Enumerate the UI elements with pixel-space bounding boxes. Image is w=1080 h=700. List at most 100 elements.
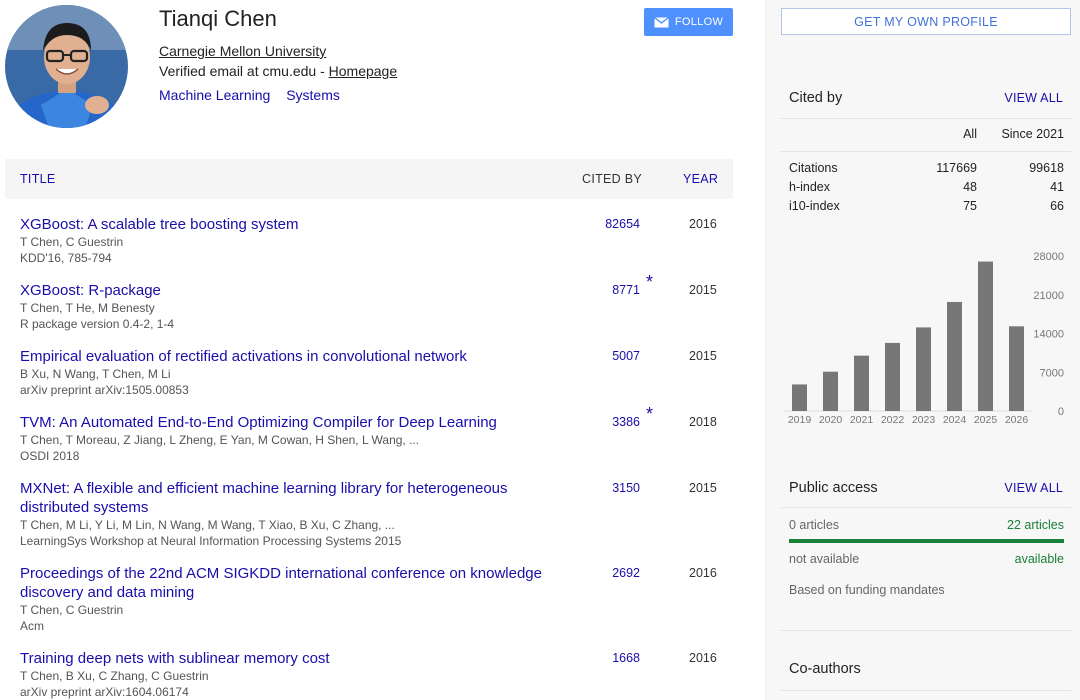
article-title[interactable]: Proceedings of the 22nd ACM SIGKDD inter… [20,564,565,602]
chart-y-tick-0: 0 [1058,406,1064,418]
sort-by-year[interactable]: YEAR [683,172,718,186]
follow-mail-icon [653,16,669,28]
article-venue: Acm [20,619,44,633]
article-title[interactable]: TVM: An Automated End-to-End Optimizing … [20,413,565,432]
cited-by-count[interactable]: 2692 [560,564,640,583]
public-access-counts: 0 articles 22 articles [789,518,1064,532]
article-year: 2015 [689,481,717,495]
chart-bar-2026[interactable] [1009,326,1024,411]
article-authors: T Chen, T Moreau, Z Jiang, L Zheng, E Ya… [20,433,420,447]
article-year: 2016 [689,566,717,580]
article-title[interactable]: Empirical evaluation of rectified activa… [20,347,565,366]
article-authors: B Xu, N Wang, T Chen, M Li [20,367,171,381]
sidebar: GET MY OWN PROFILE Cited by VIEW ALL All… [765,0,1080,700]
divider [781,118,1071,119]
cited-by-count[interactable]: 3386 [560,413,640,432]
coauthors-heading: Co-authors [789,661,861,677]
chart-bar-2022[interactable] [885,342,900,411]
article-authors: T Chen, C Guestrin [20,235,124,249]
table-row: Empirical evaluation of rectified activa… [20,347,733,398]
article-title[interactable]: XGBoost: R-package [20,281,565,300]
stat-label: i10-index [789,199,840,213]
public-access-status: not available available [789,552,1064,566]
stats-col-since: Since 2021 [1001,127,1064,141]
chart-y-tick-14000: 14000 [1033,329,1064,341]
cited-by-count[interactable]: 1668 [560,649,640,668]
chart-x-tick-2023: 2023 [912,414,936,426]
chart-bar-2025[interactable] [978,261,993,411]
chart-bar-2020[interactable] [823,371,838,411]
article-title[interactable]: XGBoost: A scalable tree boosting system [20,215,565,234]
not-available-count[interactable]: 0 articles [789,518,839,532]
chart-bar-2024[interactable] [947,301,962,411]
article-venue: LearningSys Workshop at Neural Informati… [20,534,402,548]
article-title[interactable]: MXNet: A flexible and efficient machine … [20,479,565,517]
article-venue: R package version 0.4-2, 1-4 [20,317,175,331]
merged-citations-star[interactable]: * [646,404,653,425]
chart-x-tick-2020: 2020 [819,414,843,426]
table-header: TITLE CITED BY YEAR [5,159,733,199]
chart-bar-2023[interactable] [916,327,931,411]
get-my-own-profile-button[interactable]: GET MY OWN PROFILE [781,8,1071,35]
table-row: TVM: An Automated End-to-End Optimizing … [20,404,733,464]
article-year: 2016 [689,651,717,665]
cited-by-count[interactable]: 5007 [560,347,640,366]
cited-by-count[interactable]: 8771 [560,281,640,300]
chart-x-tick-2026: 2026 [1005,414,1029,426]
chart-x-tick-2021: 2021 [850,414,874,426]
stat-since: 66 [1050,199,1064,213]
stat-all: 117669 [936,161,977,175]
stat-label: Citations [789,161,838,175]
sort-by-title[interactable]: TITLE [20,172,56,186]
stat-all: 48 [963,180,977,194]
research-interests: Machine Learning Systems [159,87,352,103]
follow-label: FOLLOW [674,16,724,28]
cited-by-heading: Cited by [789,90,843,106]
article-title[interactable]: Training deep nets with sublinear memory… [20,649,565,668]
cited-by-count[interactable]: 3150 [560,479,640,498]
article-year: 2018 [689,415,717,429]
article-year: 2016 [689,217,717,231]
cited-by-count[interactable]: 82654 [560,215,640,234]
public-access-view-all[interactable]: VIEW ALL [1004,481,1063,495]
article-authors: T Chen, M Li, Y Li, M Lin, N Wang, M Wan… [20,518,395,532]
article-year: 2015 [689,349,717,363]
funding-mandates-note: Based on funding mandates [789,583,945,597]
avatar [5,5,128,128]
interest-systems[interactable]: Systems [286,87,340,103]
chart-x-tick-2024: 2024 [943,414,967,426]
public-access-heading: Public access [789,480,878,496]
available-count[interactable]: 22 articles [1007,518,1064,532]
divider [781,630,1071,631]
cited-by-view-all[interactable]: VIEW ALL [1004,91,1063,105]
chart-bar-2019[interactable] [792,384,807,411]
chart-x-tick-2019: 2019 [788,414,812,426]
sort-by-cited-by[interactable]: CITED BY [582,172,642,186]
article-venue: OSDI 2018 [20,449,80,463]
article-venue: arXiv preprint arXiv:1505.00853 [20,383,189,397]
citations-bar-chart: 2019 2020 2021 2022 2023 2024 2025 2026 0 7000 140… [784,251,1064,426]
article-year: 2015 [689,283,717,297]
available-label: available [1014,552,1064,566]
stat-since: 41 [1050,180,1064,194]
follow-button[interactable]: FOLLOW [644,8,733,36]
divider [781,151,1071,152]
divider [781,507,1071,508]
stat-since: 99618 [1029,161,1064,175]
table-row: MXNet: A flexible and efficient machine … [20,479,733,549]
profile-name: Tianqi Chen [159,6,277,31]
interest-machine-learning[interactable]: Machine Learning [159,87,270,103]
public-access-bar [789,539,1064,543]
chart-x-tick-2022: 2022 [881,414,905,426]
homepage-link[interactable]: Homepage [329,63,398,79]
affiliation-link[interactable]: Carnegie Mellon University [159,43,326,59]
table-row: XGBoost: A scalable tree boosting system… [20,215,733,266]
article-venue: KDD'16, 785-794 [20,251,112,265]
table-row: Training deep nets with sublinear memory… [20,649,733,700]
table-row: XGBoost: R-package T Chen, T He, M Benes… [20,272,733,332]
email-text: Verified email at cmu.edu - [159,63,329,79]
merged-citations-star[interactable]: * [646,272,653,293]
table-row: Proceedings of the 22nd ACM SIGKDD inter… [20,564,733,634]
chart-bar-2021[interactable] [854,355,869,411]
not-available-label: not available [789,552,860,566]
